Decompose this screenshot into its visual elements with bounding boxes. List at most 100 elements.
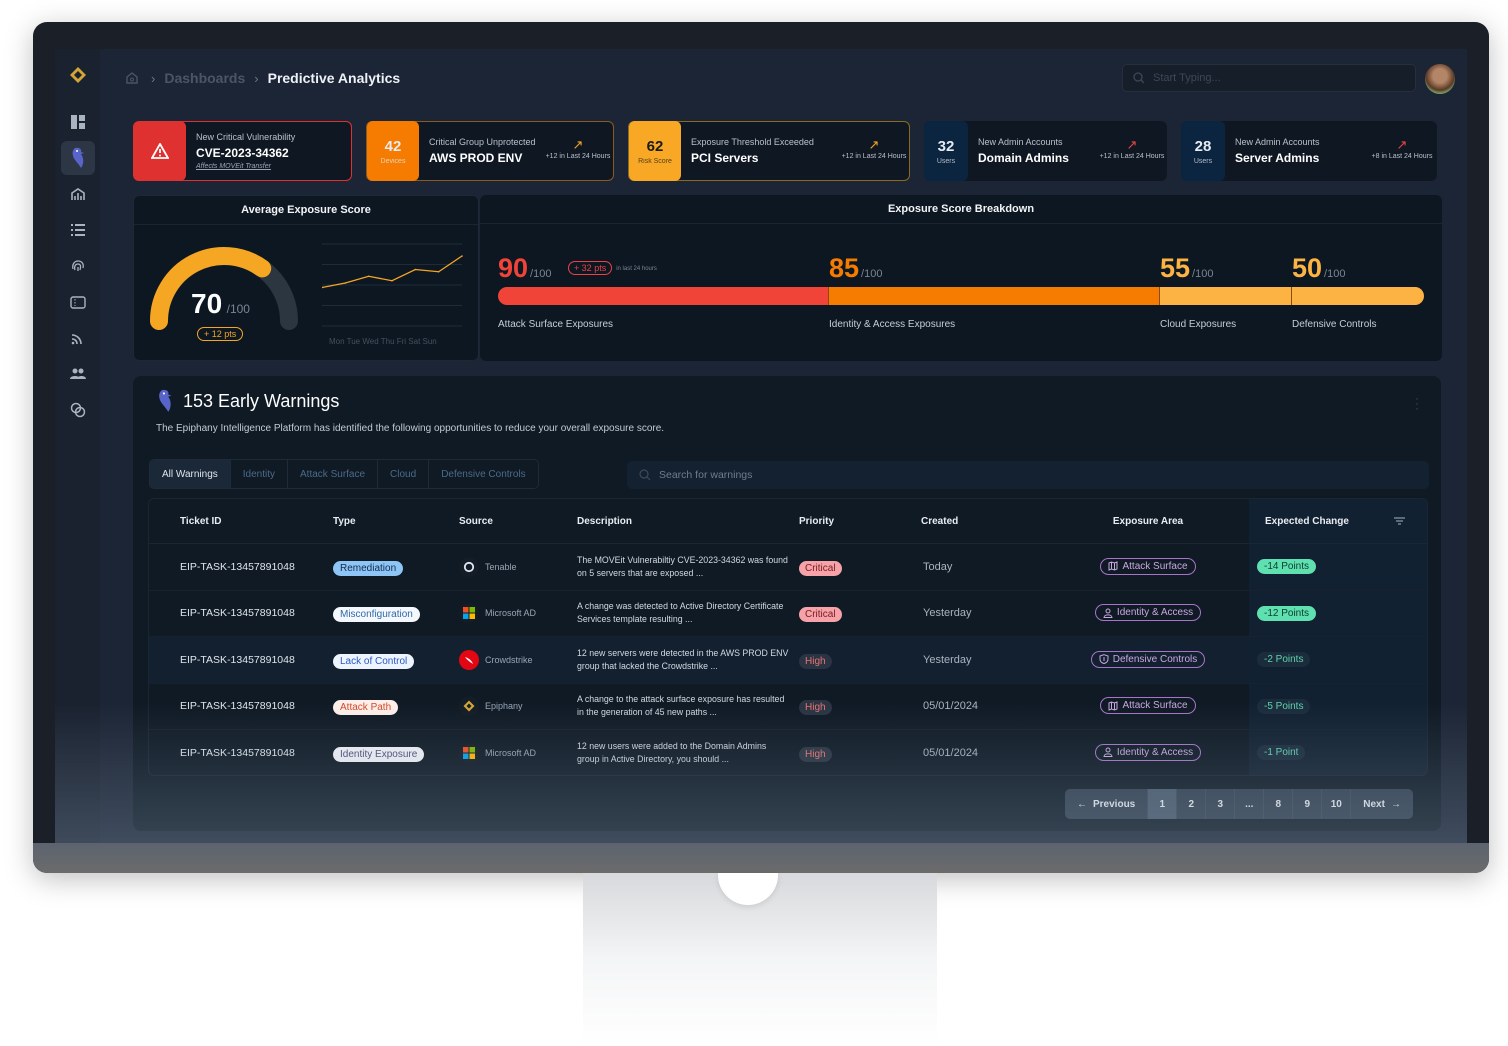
ticket-id[interactable]: EIP-TASK-13457891048	[149, 561, 333, 573]
created-date: Yesterday	[923, 653, 972, 666]
breakdown-segment	[1292, 287, 1424, 305]
column-source[interactable]: Source	[459, 516, 577, 527]
early-warnings-panel: 153 Early Warnings The Epiphany Intellig…	[133, 376, 1441, 831]
more-options-icon[interactable]: · · ·	[1415, 392, 1419, 414]
page-button[interactable]: 3	[1206, 789, 1236, 819]
tab-attack-surface[interactable]: Attack Surface	[288, 460, 379, 488]
app-screen: › Dashboards › Predictive Analytics Star…	[55, 49, 1467, 843]
table-header: Ticket ID Type Source Description Priori…	[149, 499, 1427, 544]
chevron-right-icon: ›	[151, 70, 156, 86]
breakdown-attack-surface: 90/100 + 32 pts in last 24 hours	[498, 253, 657, 284]
sidebar-item-predictive[interactable]	[60, 141, 95, 175]
warnings-search-input[interactable]: Search for warnings	[627, 461, 1429, 489]
source-name: Microsoft AD	[485, 608, 537, 619]
column-description[interactable]: Description	[577, 516, 799, 527]
exposure-area-badge[interactable]: Defensive Controls	[1090, 650, 1206, 668]
description: A change to the attack surface exposure …	[577, 694, 785, 718]
exposure-area-label: Identity & Access	[1116, 607, 1194, 618]
column-expected-change[interactable]: Expected Change	[1249, 499, 1427, 543]
column-priority[interactable]: Priority	[799, 516, 921, 527]
alert-card-aws[interactable]: 42 Devices Critical Group Unprotected AW…	[366, 121, 614, 181]
type-badge: Remediation	[333, 560, 404, 576]
tab-identity[interactable]: Identity	[231, 460, 289, 488]
alert-card-pci[interactable]: 62 Risk Score Exposure Threshold Exceede…	[628, 121, 910, 181]
alert-card-server-admins[interactable]: 28 Users New Admin Accounts Server Admin…	[1181, 121, 1437, 181]
sidebar-item-identity[interactable]	[61, 249, 95, 283]
table-row[interactable]: EIP-TASK-13457891048 Misconfiguration Micr…	[149, 590, 1427, 637]
gauge-value: 70	[191, 288, 223, 319]
user-icon	[1103, 747, 1113, 757]
exposure-area-badge[interactable]: Attack Surface	[1100, 557, 1196, 575]
tab-cloud[interactable]: Cloud	[378, 460, 430, 488]
source-logo-icon	[459, 696, 479, 717]
page-button[interactable]: 9	[1293, 789, 1323, 819]
alert-card-domain-admins[interactable]: 32 Users New Admin Accounts Domain Admin…	[924, 121, 1167, 181]
trend-point-sat	[437, 270, 440, 273]
alert-title: CVE-2023-34362	[196, 146, 289, 160]
feed-icon	[71, 334, 82, 345]
trend-point-thu	[391, 279, 393, 282]
panel-title: Exposure Score Breakdown	[480, 195, 1442, 224]
user-avatar[interactable]	[1425, 64, 1455, 94]
search-icon	[639, 469, 651, 481]
ticket-id[interactable]: EIP-TASK-13457891048	[149, 607, 333, 619]
expected-change-badge: -14 Points	[1257, 559, 1317, 575]
ticket-id[interactable]: EIP-TASK-13457891048	[149, 700, 333, 712]
expected-change-badge: -2 Points	[1257, 652, 1311, 668]
sidebar-item-panel[interactable]	[61, 285, 95, 319]
exposure-breakdown-panel: Exposure Score Breakdown 90/100 + 32 pts…	[480, 195, 1442, 361]
source-name: Crowdstrike	[485, 654, 533, 665]
column-created[interactable]: Created	[921, 516, 1047, 527]
previous-page-button[interactable]: ← Previous	[1065, 789, 1149, 819]
description: 12 new servers were detected in the AWS …	[577, 647, 789, 671]
page-button[interactable]: 10	[1322, 789, 1352, 819]
exposure-area-badge[interactable]: Identity & Access	[1094, 743, 1202, 761]
breakdown-max: /100	[530, 268, 552, 280]
type-badge: Lack of Control	[333, 653, 415, 669]
sidebar-item-dashboard[interactable]	[61, 105, 95, 139]
page-button[interactable]: 2	[1177, 789, 1207, 819]
next-page-button[interactable]: Next →	[1351, 789, 1413, 819]
sidebar-item-users[interactable]	[61, 357, 95, 391]
panel-title: Average Exposure Score	[134, 196, 478, 225]
exposure-area-badge[interactable]: Attack Surface	[1100, 697, 1196, 714]
page-button[interactable]: 8	[1264, 789, 1294, 819]
ticket-id[interactable]: EIP-TASK-13457891048	[149, 654, 333, 666]
filter-icon[interactable]	[1394, 517, 1405, 525]
breadcrumb-dashboards[interactable]: Dashboards	[164, 70, 245, 86]
sidebar-item-feed[interactable]	[61, 321, 95, 355]
expected-change-badge: -1 Point	[1257, 745, 1306, 761]
gauge-delta-badge: + 12 pts	[197, 327, 244, 341]
table-row[interactable]: EIP-TASK-13457891048 Identity Exposure Mic…	[149, 730, 1427, 775]
search-icon	[1133, 72, 1145, 84]
column-ticket-id[interactable]: Ticket ID	[149, 516, 333, 527]
column-exposure-area[interactable]: Exposure Area	[1047, 516, 1249, 527]
source-logo-icon	[459, 742, 479, 763]
sidebar-item-integrations[interactable]	[61, 393, 95, 427]
trend-up-icon: ↗	[1396, 137, 1408, 152]
alert-badge: 62 Risk Score	[629, 121, 681, 181]
average-exposure-panel: Average Exposure Score 70 /100 + 12 pts …	[133, 195, 479, 361]
page-button[interactable]: 1	[1148, 789, 1178, 819]
alert-link[interactable]: Affects MOVEit Transfer	[196, 163, 351, 170]
alert-title: PCI Servers	[691, 151, 759, 165]
table-row[interactable]: EIP-TASK-13457891048 Lack of Control Crowd…	[149, 637, 1427, 684]
epiphany-logo-icon[interactable]	[66, 63, 90, 87]
alert-card-vulnerability[interactable]: New Critical Vulnerability CVE-2023-3436…	[133, 121, 352, 181]
ticket-id[interactable]: EIP-TASK-13457891048	[149, 747, 333, 759]
exposure-gauge	[150, 247, 298, 330]
tab-defensive-controls[interactable]: Defensive Controls	[429, 460, 537, 488]
column-type[interactable]: Type	[333, 516, 459, 527]
warning-tabs: All Warnings Identity Attack Surface Clo…	[149, 459, 539, 489]
created-date: Today	[923, 560, 953, 573]
tab-all-warnings[interactable]: All Warnings	[150, 460, 231, 488]
sidebar-item-list[interactable]	[61, 213, 95, 247]
sidebar-item-graph[interactable]	[61, 177, 95, 211]
home-icon[interactable]	[125, 71, 139, 85]
exposure-area-badge[interactable]: Identity & Access	[1094, 604, 1202, 621]
arrow-left-icon: ←	[1077, 798, 1087, 810]
table-row[interactable]: EIP-TASK-13457891048 Attack Path Epiphany A…	[149, 683, 1427, 730]
global-search-input[interactable]: Start Typing...	[1122, 64, 1416, 92]
table-row[interactable]: EIP-TASK-13457891048 Remediation Tenable Th…	[149, 544, 1427, 591]
trend-up-icon: ↗	[868, 137, 880, 152]
